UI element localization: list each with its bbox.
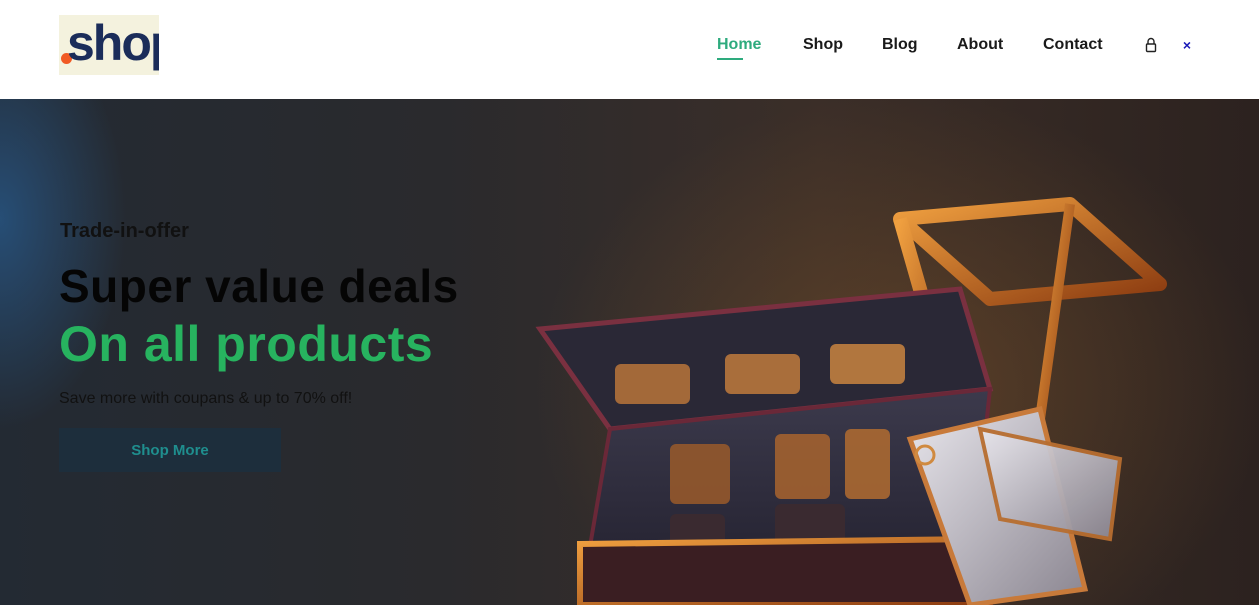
nav-about[interactable]: About: [957, 36, 1003, 54]
hero-headline: Super value deals: [59, 260, 459, 312]
nav-contact[interactable]: Contact: [1043, 36, 1103, 54]
nav-home[interactable]: Home: [717, 36, 761, 60]
site-logo[interactable]: shop: [59, 15, 159, 75]
nav-blog[interactable]: Blog: [882, 36, 918, 54]
close-icon[interactable]: ×: [1181, 37, 1193, 53]
hero-tagline: Trade-in-offer: [60, 220, 189, 242]
hero-banner: Trade-in-offer Super value deals On all …: [0, 99, 1259, 605]
logo-text: shop: [67, 15, 159, 71]
nav-shop[interactable]: Shop: [803, 36, 843, 54]
shopping-cart-image: [535, 197, 1167, 605]
site-header: shop Home Shop Blog About Contact ×: [0, 0, 1259, 99]
shopping-bag-icon[interactable]: [1145, 37, 1157, 53]
hero-description: Save more with coupans & up to 70% off!: [59, 390, 353, 407]
shop-more-button[interactable]: Shop More: [59, 428, 281, 472]
hero-subheadline: On all products: [59, 316, 434, 372]
